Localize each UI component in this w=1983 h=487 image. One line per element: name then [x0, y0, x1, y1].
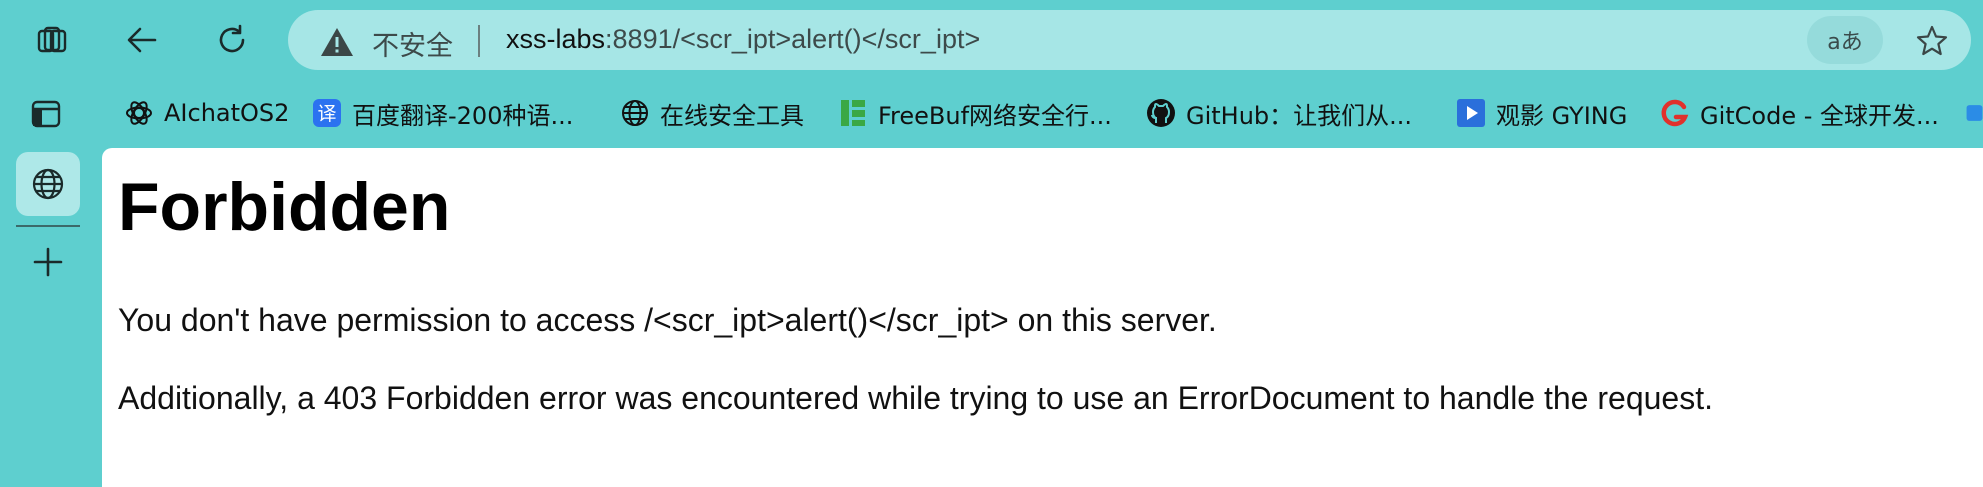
bookmark-item[interactable]: 在线安全工具: [620, 96, 804, 130]
add-tab-icon[interactable]: [30, 244, 66, 280]
gitcode-icon: [1660, 98, 1690, 128]
bookmark-item[interactable]: 译 百度翻译-200种语...: [312, 96, 573, 130]
vertical-sidebar: [0, 140, 102, 487]
error-additional-message: Additionally, a 403 Forbidden error was …: [118, 380, 1713, 416]
globe-icon: [620, 98, 650, 128]
address-separator: [478, 25, 480, 57]
bookmark-label: GitHub：让我们从...: [1186, 101, 1413, 130]
read-aloud-button[interactable]: aあ: [1807, 16, 1883, 64]
bookmark-label: GitCode - 全球开发...: [1700, 101, 1939, 130]
error-message: You don't have permission to access /<sc…: [118, 302, 1217, 338]
page-content: Forbidden You don't have permission to a…: [102, 148, 1983, 487]
openai-icon: [124, 98, 154, 128]
bookmark-item[interactable]: 观影 GYING: [1456, 96, 1627, 130]
play-icon: [1456, 98, 1486, 128]
url-host: xss-labs: [506, 24, 606, 54]
bookmark-item[interactable]: GitHub：让我们从...: [1146, 96, 1412, 130]
bookmark-label: FreeBuf网络安全行...: [878, 101, 1112, 130]
collections-icon[interactable]: [32, 20, 72, 60]
bookmark-label: 百度翻译-200种语...: [352, 101, 574, 130]
refresh-icon[interactable]: [212, 20, 252, 60]
url-path: :8891/<scr_ipt>alert()</scr_ipt>: [605, 24, 981, 54]
freebuf-icon: [838, 98, 868, 128]
bookmark-label: 观影 GYING: [1496, 101, 1628, 130]
sidebar-divider: [16, 225, 80, 227]
bookmarks-bar: AIchatOS2 译 百度翻译-200种语... 在线安全工具 FreeBuf…: [0, 84, 1983, 140]
bookmark-item[interactable]: FreeBuf网络安全行...: [838, 96, 1112, 130]
browser-toolbar: 不安全 xss-labs:8891/<scr_ipt>alert()</scr_…: [0, 0, 1983, 80]
tab-actions-icon[interactable]: [28, 96, 64, 132]
bookmark-label: AIchatOS2: [164, 99, 290, 127]
warning-icon[interactable]: [320, 27, 354, 57]
translate-icon: 译: [312, 98, 342, 128]
bookmark-item[interactable]: AIchatOS2: [124, 96, 289, 130]
github-icon: [1146, 98, 1176, 128]
url-text[interactable]: xss-labs:8891/<scr_ipt>alert()</scr_ipt>: [506, 24, 980, 55]
bookmark-item[interactable]: GitCode - 全球开发...: [1660, 96, 1939, 130]
address-bar[interactable]: 不安全 xss-labs:8891/<scr_ipt>alert()</scr_…: [288, 10, 1971, 70]
bookmark-label: 在线安全工具: [660, 101, 804, 130]
star-icon[interactable]: [1915, 24, 1949, 58]
page-title: Forbidden: [118, 169, 451, 245]
globe-tab-icon[interactable]: [16, 152, 80, 216]
security-label[interactable]: 不安全: [372, 24, 453, 63]
more-bookmarks-icon[interactable]: [1966, 96, 1983, 130]
back-icon[interactable]: [122, 20, 162, 60]
svg-text:译: 译: [317, 103, 336, 125]
